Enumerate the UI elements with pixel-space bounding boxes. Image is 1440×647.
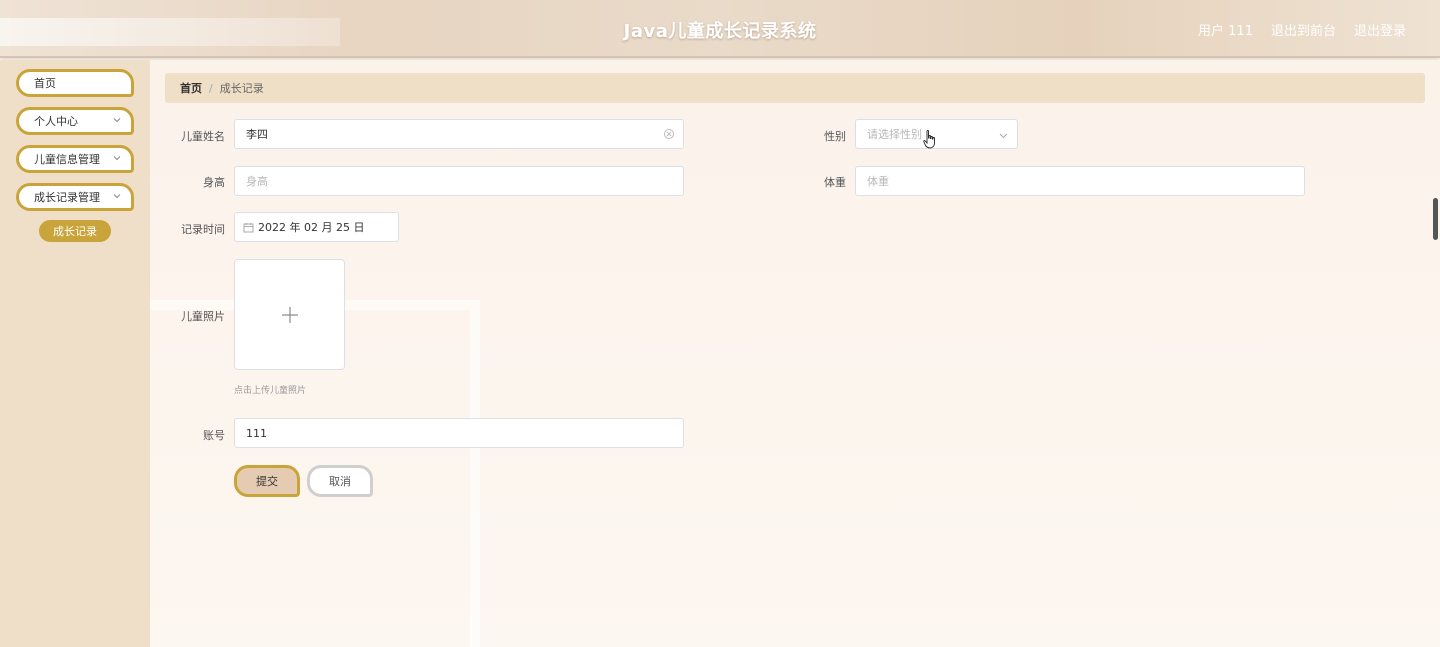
sidebar-item-label: 个人中心 (34, 115, 78, 128)
sidebar-item-label: 首页 (34, 77, 56, 90)
sidebar-item-label: 儿童信息管理 (34, 153, 100, 166)
sidebar-subitem-growth-record[interactable]: 成长记录 (39, 220, 111, 242)
record-date-value: 2022 年 02 月 25 日 (258, 221, 365, 234)
child-name-value: 李四 (246, 128, 268, 141)
chevron-down-icon (999, 133, 1008, 139)
chevron-down-icon (113, 118, 121, 123)
child-name-input[interactable]: 李四 (234, 119, 684, 149)
height-placeholder: 身高 (246, 175, 268, 188)
header-links: 用户 111 退出到前台 退出登录 (1198, 20, 1406, 39)
sidebar-item-growth-records[interactable]: 成长记录管理 (16, 183, 134, 211)
breadcrumb-home[interactable]: 首页 (180, 80, 202, 96)
photo-upload-box[interactable] (234, 259, 345, 370)
height-label: 身高 (203, 176, 225, 189)
breadcrumb-separator: / (209, 81, 213, 95)
calendar-icon (243, 222, 254, 232)
gender-placeholder: 请选择性别 (867, 128, 922, 141)
top-header: Java儿童成长记录系统 用户 111 退出到前台 退出登录 (0, 0, 1440, 58)
hand-cursor-icon (923, 130, 935, 149)
sidebar: 首页 个人中心 儿童信息管理 成长记录管理 成长记录 (0, 60, 150, 647)
photo-upload-tip: 点击上传儿童照片 (234, 386, 307, 396)
weight-label: 体重 (824, 176, 846, 189)
account-input[interactable]: 111 (234, 418, 684, 448)
breadcrumb: 首页 / 成长记录 (165, 73, 1425, 103)
logout-link[interactable]: 退出登录 (1354, 20, 1406, 39)
height-input[interactable]: 身高 (234, 166, 684, 196)
child-photo-label: 儿童照片 (181, 310, 225, 323)
sidebar-item-child-info[interactable]: 儿童信息管理 (16, 145, 134, 173)
plus-icon (282, 307, 298, 323)
scrollbar-thumb[interactable] (1433, 198, 1438, 240)
weight-input[interactable]: 体重 (855, 166, 1305, 196)
chevron-down-icon (113, 194, 121, 199)
submit-button[interactable]: 提交 (234, 465, 300, 497)
current-user-label: 用户 111 (1198, 24, 1253, 39)
record-time-label: 记录时间 (181, 223, 225, 236)
account-label: 账号 (203, 429, 225, 442)
cancel-button[interactable]: 取消 (307, 465, 373, 497)
sidebar-item-home[interactable]: 首页 (16, 69, 134, 97)
weight-placeholder: 体重 (867, 175, 889, 188)
clear-icon[interactable] (663, 128, 675, 140)
sidebar-item-personal-center[interactable]: 个人中心 (16, 107, 134, 135)
exit-to-front-link[interactable]: 退出到前台 (1271, 20, 1336, 39)
child-name-label: 儿童姓名 (181, 130, 225, 143)
breadcrumb-current: 成长记录 (219, 82, 264, 95)
sidebar-item-label: 成长记录管理 (34, 191, 100, 204)
account-value: 111 (246, 426, 267, 440)
chevron-down-icon (113, 156, 121, 161)
record-date-picker[interactable]: 2022 年 02 月 25 日 (234, 212, 399, 242)
gender-label: 性别 (824, 130, 846, 143)
